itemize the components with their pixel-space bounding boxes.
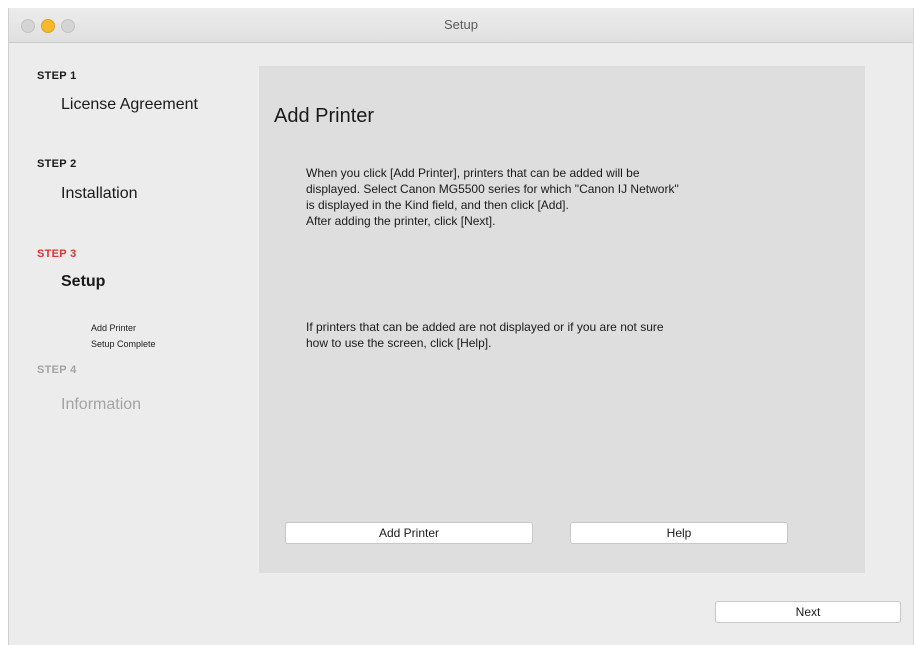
instructions-line: displayed. Select Canon MG5500 series fo… [306, 182, 679, 196]
title-bar: Setup [9, 8, 913, 43]
instructions-line: After adding the printer, click [Next]. [306, 214, 496, 228]
help-paragraph: If printers that can be added are not di… [306, 319, 826, 351]
instructions-paragraph: When you click [Add Printer], printers t… [306, 165, 826, 229]
help-line: If printers that can be added are not di… [306, 320, 664, 334]
add-printer-button[interactable]: Add Printer [285, 522, 533, 544]
window-title: Setup [444, 17, 478, 32]
step-1-title: License Agreement [61, 96, 198, 113]
content-panel: Add Printer When you click [Add Printer]… [259, 66, 865, 573]
help-button[interactable]: Help [570, 522, 788, 544]
step-2-title: Installation [61, 185, 138, 202]
instructions-line: is displayed in the Kind field, and then… [306, 198, 569, 212]
step-1-label: STEP 1 [37, 70, 77, 82]
substep-setup-complete: Setup Complete [91, 339, 156, 349]
step-2-label: STEP 2 [37, 158, 77, 170]
step-4-title: Information [61, 396, 142, 413]
page-heading: Add Printer [274, 105, 375, 127]
step-3-label: STEP 3 [37, 248, 77, 260]
step-3-title: Setup [61, 273, 106, 290]
step-4-label: STEP 4 [37, 364, 77, 376]
next-button[interactable]: Next [715, 601, 901, 623]
substep-add-printer: Add Printer [91, 323, 137, 333]
instructions-line: When you click [Add Printer], printers t… [306, 166, 640, 180]
help-line: how to use the screen, click [Help]. [306, 336, 492, 350]
setup-window: Setup STEP 1 License Agreement STEP 2 In… [8, 8, 914, 645]
